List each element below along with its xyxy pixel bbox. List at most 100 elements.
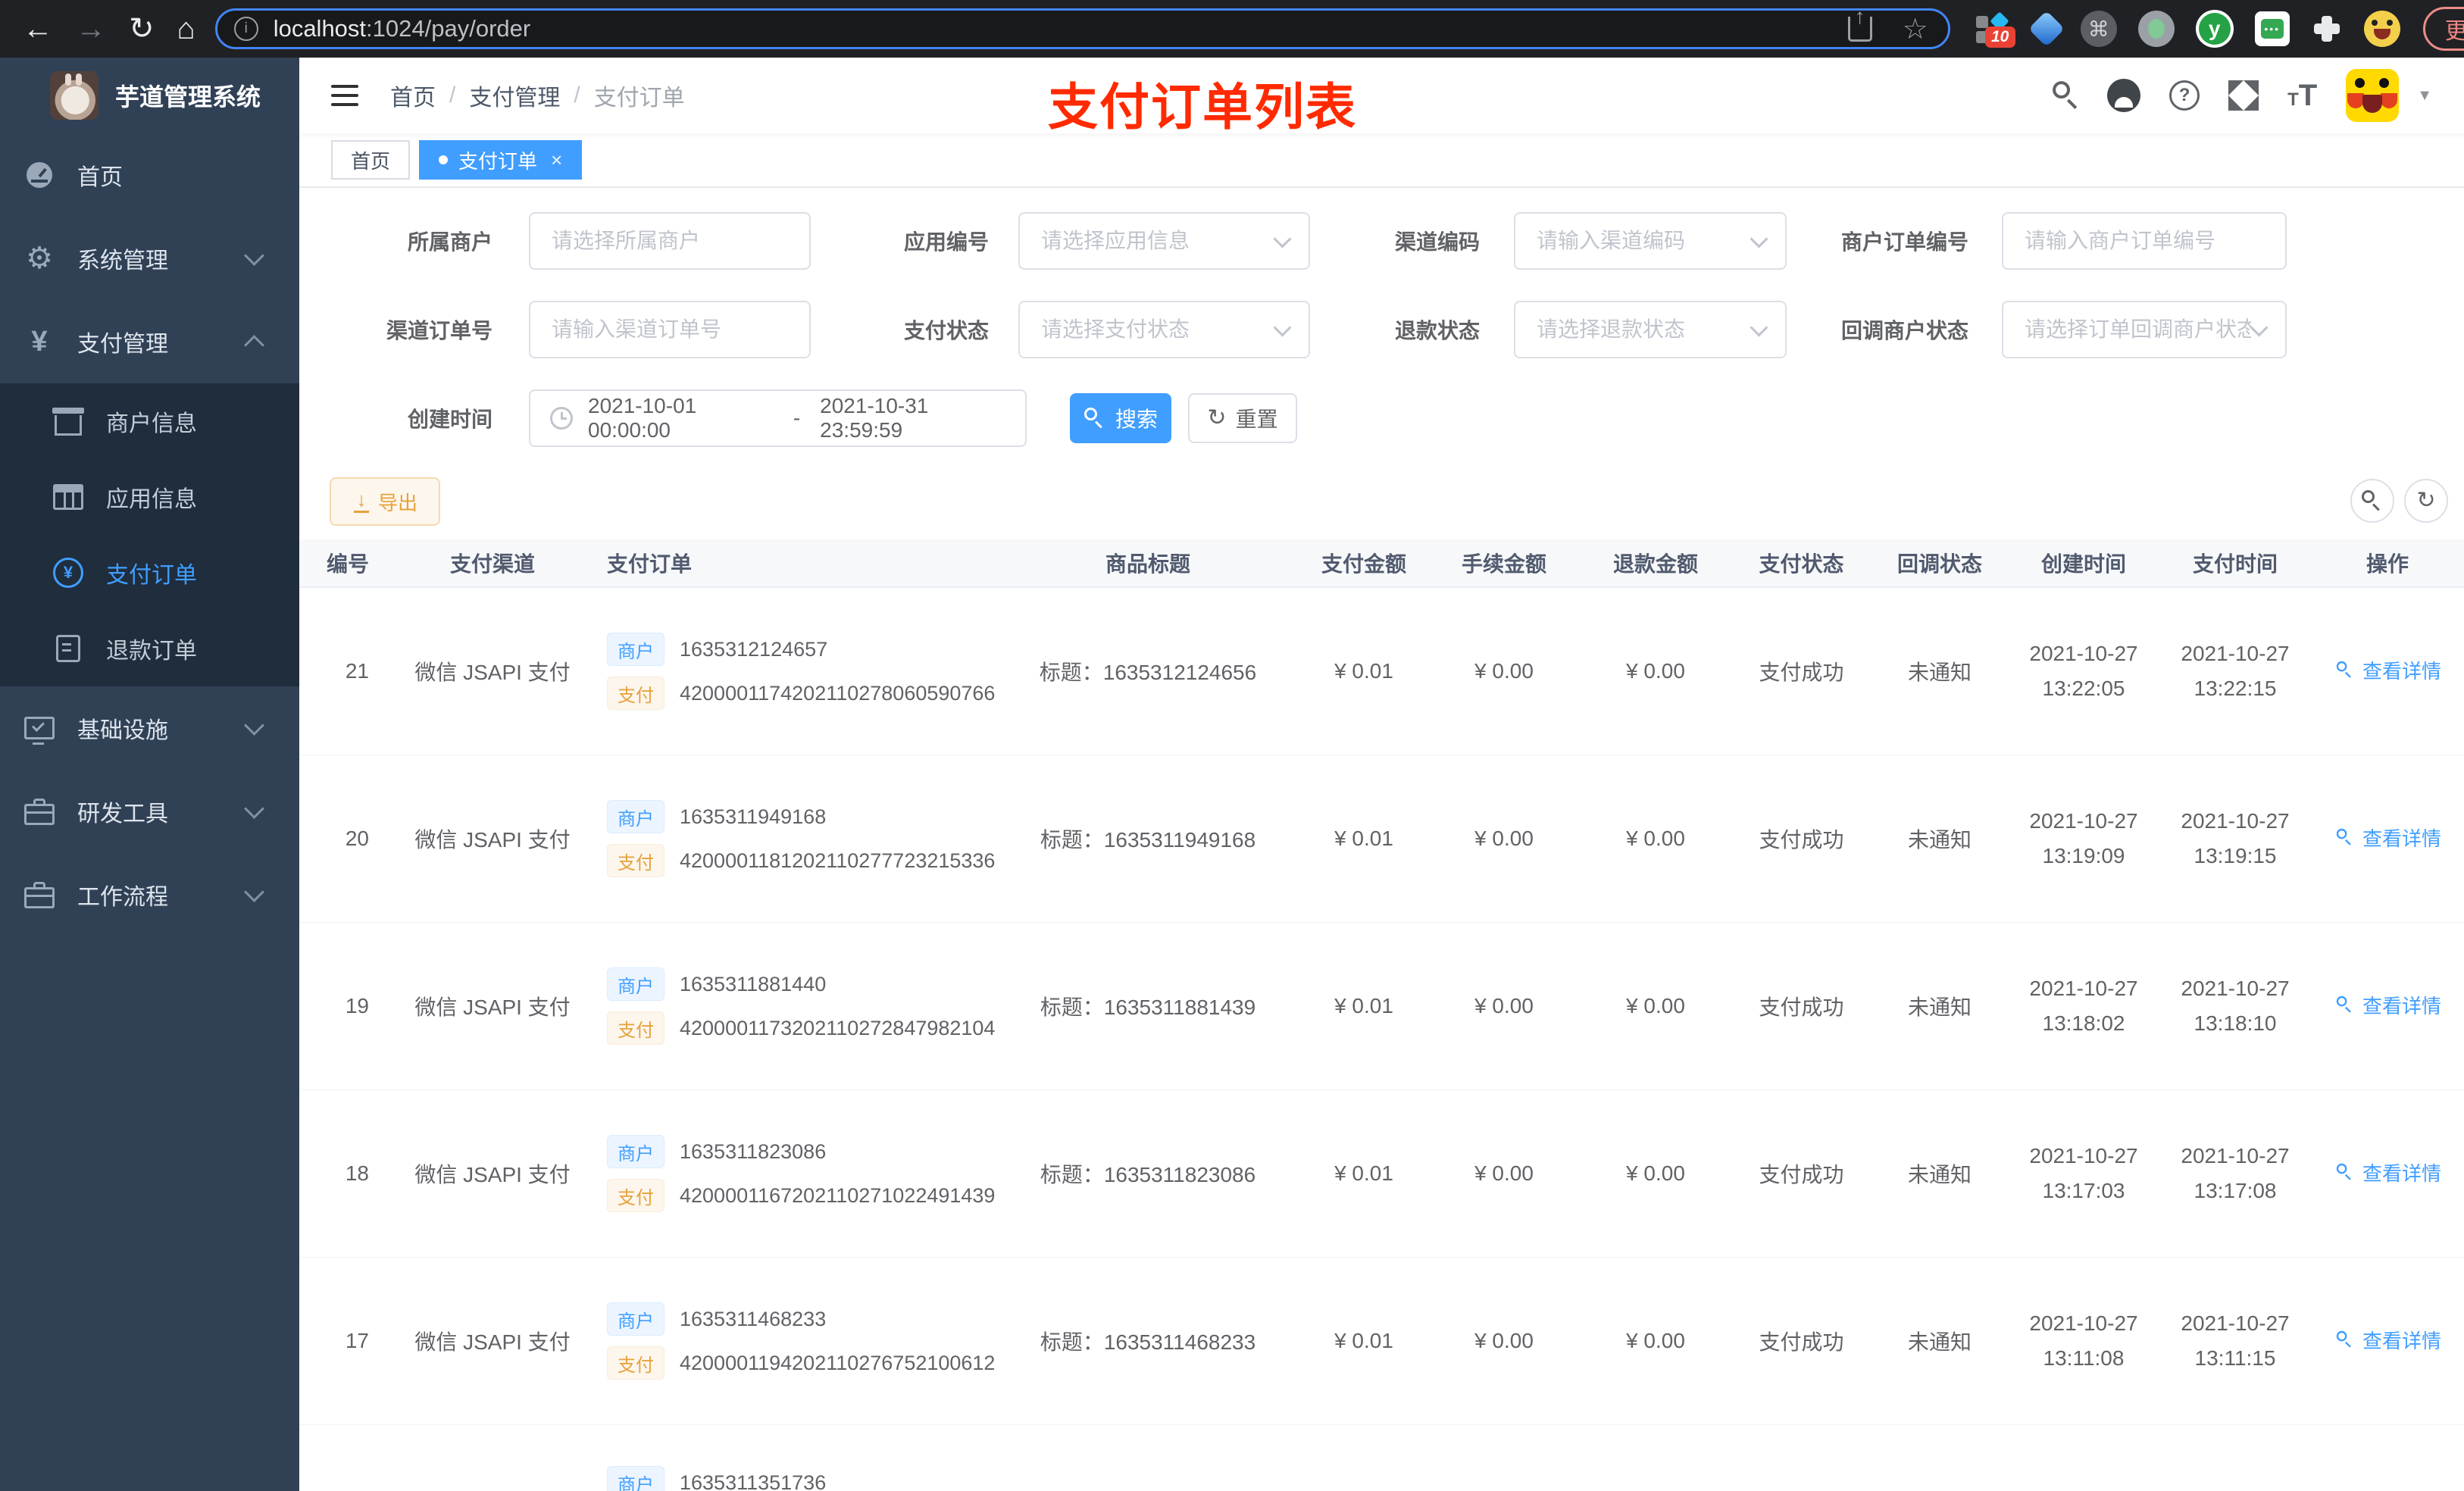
close-tab-icon[interactable]: × — [551, 148, 562, 172]
site-info-icon[interactable]: i — [233, 17, 258, 41]
profile-avatar-icon[interactable] — [2363, 11, 2400, 47]
export-button[interactable]: ↓ 导出 — [330, 477, 440, 526]
magnifier-icon — [2336, 828, 2354, 846]
chat-extension-icon[interactable]: ••• — [2254, 11, 2290, 46]
date-start: 2021-10-01 00:00:00 — [588, 394, 697, 442]
share-icon[interactable] — [1847, 16, 1872, 42]
cell-pay-time: 2021-10-27 13:19:15 — [2181, 809, 2290, 867]
view-detail-link[interactable]: 查看详情 — [2334, 1326, 2441, 1354]
channel-code-filter-label: 渠道编码 — [1394, 230, 1480, 254]
sidebar-item-app-info[interactable]: 应用信息 — [0, 459, 299, 535]
merchant-filter-input[interactable] — [529, 212, 811, 270]
extension-icon-badged[interactable]: 10 — [1975, 10, 2015, 48]
date-end: 2021-10-31 23:59:59 — [820, 394, 929, 442]
back-icon[interactable]: ← — [23, 0, 53, 58]
view-detail-link[interactable]: 查看详情 — [2334, 656, 2441, 684]
pay-status-filter-label: 支付状态 — [903, 319, 989, 342]
github-icon[interactable] — [2107, 79, 2141, 112]
dot-extension-icon[interactable] — [2137, 11, 2175, 47]
refresh-icon: ↻ — [1207, 405, 1227, 430]
table-row: 21 微信 JSAPI 支付 商户 1635312124657 支付 4200001… — [299, 588, 2464, 755]
app-title: 芋道管理系统 — [115, 83, 261, 111]
merchant-order-no-filter-input[interactable] — [2002, 212, 2287, 270]
toolbox-icon — [23, 878, 56, 911]
view-detail-link[interactable]: 查看详情 — [2334, 1158, 2441, 1186]
orders-table: 编号 支付渠道 支付订单 商品标题 支付金额 手续金额 退款金额 支付状态 回调… — [299, 539, 2464, 1491]
cell-create-time: 2021-10-27 13:17:03 — [2029, 1144, 2138, 1202]
sidebar-item-dev-tools[interactable]: 研发工具 — [0, 770, 299, 853]
collapse-sidebar-icon[interactable] — [331, 85, 358, 106]
avatar-caret-icon[interactable]: ▼ — [2417, 87, 2432, 105]
cell-pay-time: 2021-10-27 13:11:15 — [2181, 1311, 2290, 1370]
sidebar-item-pay-order[interactable]: ¥ 支付订单 — [0, 535, 299, 611]
cell-title: 标题：1635312124656 — [1039, 661, 1257, 684]
pay-tag: 支付 — [607, 1346, 664, 1380]
search-button[interactable]: 搜索 — [1070, 393, 1171, 443]
cell-create-time: 2021-10-27 13:19:09 — [2029, 809, 2138, 867]
user-avatar[interactable] — [2346, 69, 2400, 122]
magnifier-icon — [2336, 1330, 2354, 1349]
refresh-table-button[interactable]: ↻ — [2404, 479, 2448, 523]
tab-home[interactable]: 首页 — [331, 140, 411, 180]
cell-pay-order: 商户 1635311823086 支付 4200001167202110271022… — [602, 1124, 996, 1223]
sidebar-item-refund-order[interactable]: 退款订单 — [0, 611, 299, 686]
home-icon[interactable]: ⌂ — [177, 0, 195, 58]
chevron-down-icon — [1750, 229, 1768, 248]
sidebar-item-pay[interactable]: ¥ 支付管理 — [0, 300, 299, 383]
hide-search-button[interactable] — [2350, 479, 2394, 523]
reload-icon[interactable]: ↻ — [129, 0, 155, 58]
refund-status-filter-select[interactable] — [1514, 301, 1787, 358]
pay-tag: 支付 — [607, 1011, 664, 1045]
shop-icon — [52, 405, 85, 438]
callback-status-filter-select[interactable] — [2002, 301, 2287, 358]
cell-refund: ¥ 0.00 — [1626, 1161, 1685, 1185]
cell-fee: ¥ 0.00 — [1474, 827, 1534, 850]
sidebar-item-infrastructure[interactable]: 基础设施 — [0, 686, 299, 770]
view-detail-link[interactable]: 查看详情 — [2334, 991, 2441, 1019]
cell-order-id: 17 — [345, 1329, 369, 1352]
pay-status-filter-select[interactable] — [1018, 301, 1310, 358]
command-extension-icon[interactable]: ⌘ — [2080, 11, 2117, 47]
cell-pay-status: 支付成功 — [1759, 661, 1844, 684]
document-icon — [52, 632, 85, 665]
url-text: localhost:1024/pay/order — [273, 15, 531, 42]
pay-tag: 支付 — [607, 677, 664, 710]
created-time-range-input[interactable]: 2021-10-01 00:00:00 - 2021-10-31 23:59:5… — [529, 389, 1027, 447]
tab-pay-order[interactable]: 支付订单 × — [419, 140, 583, 180]
y-extension-icon[interactable]: y — [2195, 10, 2234, 48]
channel-code-filter-select[interactable] — [1514, 212, 1787, 270]
table-row: 19 微信 JSAPI 支付 商户 1635311881440 支付 4200001… — [299, 923, 2464, 1090]
sidebar-item-merchant-info[interactable]: 商户信息 — [0, 383, 299, 459]
sidebar-item-workflow[interactable]: 工作流程 — [0, 853, 299, 936]
app-root: ← → ↻ ⌂ i localhost:1024/pay/order ☆ 10 … — [0, 0, 2464, 1491]
extensions-puzzle-icon[interactable] — [2311, 13, 2343, 45]
channel-order-no-filter-input[interactable] — [529, 301, 811, 358]
sidebar-item-system[interactable]: ⚙ 系统管理 — [0, 217, 299, 300]
cell-fee: ¥ 0.00 — [1474, 994, 1534, 1017]
chevron-down-icon — [244, 798, 264, 819]
table-row: 18 微信 JSAPI 支付 商户 1635311823086 支付 4200001… — [299, 1090, 2464, 1258]
address-bar[interactable]: i localhost:1024/pay/order ☆ — [214, 8, 1950, 49]
cell-fee: ¥ 0.00 — [1474, 1329, 1534, 1352]
cell-pay-status: 支付成功 — [1759, 828, 1844, 852]
help-icon[interactable]: ? — [2169, 80, 2200, 111]
cell-create-time: 2021-10-27 13:18:02 — [2029, 977, 2138, 1035]
font-size-icon[interactable]: TT — [2287, 80, 2317, 111]
bookmark-star-icon[interactable]: ☆ — [1903, 12, 1928, 46]
logo-image — [50, 71, 98, 120]
app-filter-select[interactable] — [1018, 212, 1310, 270]
search-icon[interactable] — [2052, 80, 2083, 111]
breadcrumb-home[interactable]: 首页 — [390, 79, 436, 112]
cell-pay-channel: 微信 JSAPI 支付 — [414, 1163, 571, 1186]
reset-button[interactable]: ↻ 重置 — [1188, 393, 1297, 443]
fullscreen-icon[interactable] — [2228, 80, 2259, 111]
channel-order-no-filter-label: 渠道订单号 — [386, 319, 492, 342]
breadcrumb-section[interactable]: 支付管理 — [469, 79, 560, 112]
forward-icon[interactable]: → — [76, 0, 106, 58]
view-detail-link[interactable]: 查看详情 — [2334, 824, 2441, 852]
sidebar-item-home[interactable]: 首页 — [0, 133, 299, 217]
cell-pay-channel: 微信 JSAPI 支付 — [414, 1330, 571, 1354]
cell-order-id: 21 — [345, 659, 369, 683]
gem-extension-icon[interactable] — [2028, 10, 2065, 48]
browser-update-button[interactable]: 更新 — [2422, 7, 2464, 51]
